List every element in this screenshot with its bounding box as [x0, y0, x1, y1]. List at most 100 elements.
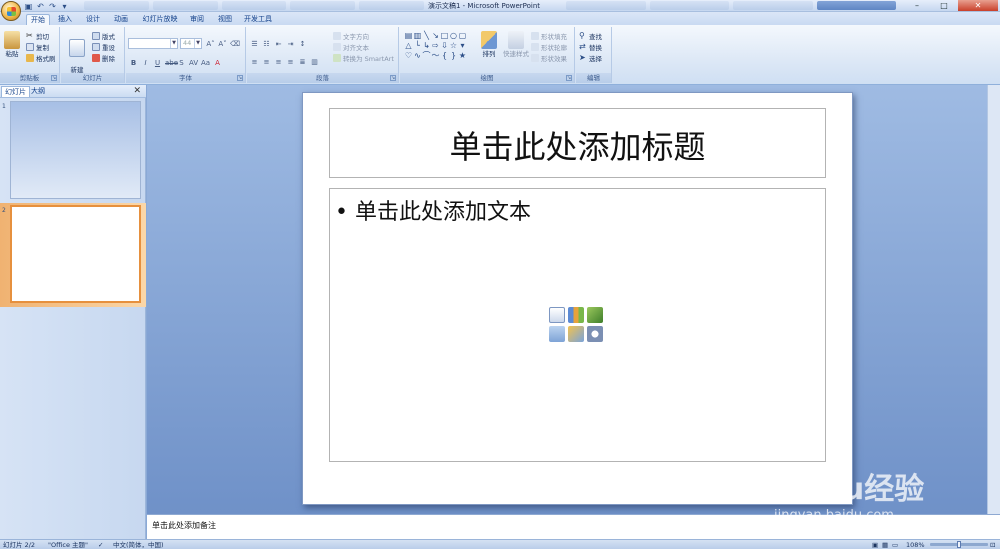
zoom-slider-thumb[interactable] — [957, 541, 961, 548]
undo-icon[interactable]: ↶ — [36, 2, 45, 11]
taskbar-tab[interactable] — [359, 1, 424, 10]
star-icon[interactable]: ☆ — [449, 41, 458, 51]
insert-picture-icon[interactable] — [549, 326, 565, 342]
redo-icon[interactable]: ↷ — [48, 2, 57, 11]
minimize-icon[interactable]: – — [904, 0, 930, 11]
brace-left-icon[interactable]: { — [440, 51, 449, 61]
align-right-icon[interactable]: ≡ — [273, 56, 284, 66]
insert-clipart-icon[interactable] — [568, 326, 584, 342]
align-left-icon[interactable]: ≡ — [249, 56, 260, 66]
font-color-icon[interactable]: A — [212, 57, 223, 67]
taskbar-tab[interactable] — [649, 1, 729, 10]
more-shapes-icon[interactable]: ▾ — [458, 41, 467, 51]
layout-button[interactable]: 版式 — [92, 31, 115, 41]
paste-button[interactable]: 粘贴 — [3, 31, 21, 58]
elbow-connector-icon[interactable]: └ — [413, 41, 422, 51]
clear-format-icon[interactable]: ⌫ — [229, 38, 240, 48]
taskbar-tab[interactable] — [733, 1, 813, 10]
zoom-level[interactable]: 108% — [906, 540, 925, 549]
tab-slide-show[interactable]: 幻灯片放映 — [140, 14, 180, 25]
triangle-icon[interactable]: △ — [404, 41, 413, 51]
format-painter-button[interactable]: 格式刷 — [26, 53, 56, 63]
strikethrough-icon[interactable]: abe — [164, 57, 178, 67]
slideshow-icon[interactable]: ▭ — [892, 540, 898, 549]
taskbar-tab[interactable] — [290, 1, 356, 10]
oval-icon[interactable]: ○ — [449, 31, 458, 41]
increase-indent-icon[interactable]: ⇥ — [285, 38, 296, 48]
taskbar-tab[interactable] — [84, 1, 149, 10]
underline-icon[interactable]: U — [152, 57, 163, 67]
arrow-line-icon[interactable]: ↘ — [431, 31, 440, 41]
text-box-icon[interactable]: ▤ — [404, 31, 413, 41]
bold-icon[interactable]: B — [128, 57, 139, 67]
shape-effects-button[interactable]: 形状效果 — [531, 53, 567, 63]
save-icon[interactable]: ▣ — [24, 2, 33, 11]
bullets-icon[interactable]: ☰ — [249, 38, 260, 48]
distribute-icon[interactable]: ≣ — [297, 56, 308, 66]
office-button[interactable] — [1, 1, 21, 21]
italic-icon[interactable]: I — [140, 57, 151, 67]
tab-developer[interactable]: 开发工具 — [242, 14, 274, 25]
drawing-launcher-icon[interactable]: ↘ — [566, 75, 572, 81]
taskbar-tab[interactable] — [566, 1, 646, 10]
tab-animations[interactable]: 动画 — [110, 14, 132, 25]
slide-sorter-icon[interactable]: ▦ — [882, 540, 888, 549]
taskbar-tab-active[interactable] — [816, 1, 896, 10]
insert-chart-icon[interactable] — [568, 307, 584, 323]
right-arrow-icon[interactable]: ⇨ — [431, 41, 440, 51]
customize-qat-icon[interactable]: ▾ — [60, 2, 69, 11]
insert-media-icon[interactable] — [587, 326, 603, 342]
replace-button[interactable]: ⇄ 替换 — [579, 42, 602, 53]
reset-button[interactable]: 重设 — [92, 42, 115, 52]
title-placeholder[interactable]: 单击此处添加标题 — [329, 108, 826, 178]
tab-insert[interactable]: 插入 — [54, 14, 76, 25]
numbering-icon[interactable]: ☷ — [261, 38, 272, 48]
quick-styles-button[interactable]: 快速样式 — [502, 31, 530, 58]
align-center-icon[interactable]: ≡ — [261, 56, 272, 66]
copy-button[interactable]: 复制 — [26, 42, 49, 52]
arc-icon[interactable]: ⌒ — [422, 51, 431, 61]
decrease-indent-icon[interactable]: ⇤ — [273, 38, 284, 48]
columns-icon[interactable]: ▥ — [309, 56, 320, 66]
font-launcher-icon[interactable]: ↘ — [237, 75, 243, 81]
fit-window-icon[interactable]: ⊡ — [990, 540, 995, 549]
font-size-combo[interactable]: 44 ▼ — [180, 38, 202, 49]
tab-slides[interactable]: 幻灯片 — [1, 86, 30, 97]
cut-button[interactable]: ✂ 剪切 — [26, 31, 49, 42]
shadow-icon[interactable]: S — [176, 57, 187, 67]
elbow-arrow-icon[interactable]: ↳ — [422, 41, 431, 51]
tab-outline[interactable]: 大纲 — [28, 86, 48, 97]
taskbar-tab[interactable] — [152, 1, 218, 10]
justify-icon[interactable]: ≡ — [285, 56, 296, 66]
normal-view-icon[interactable]: ▣ — [872, 540, 878, 549]
tab-design[interactable]: 设计 — [82, 14, 104, 25]
font-name-combo[interactable]: ▼ — [128, 38, 178, 49]
delete-slide-button[interactable]: 删除 — [92, 53, 115, 63]
shape-outline-button[interactable]: 形状轮廓 — [531, 42, 567, 52]
tab-review[interactable]: 审阅 — [186, 14, 208, 25]
select-button[interactable]: ➤ 选择 — [579, 53, 602, 64]
line-icon[interactable]: ╲ — [422, 31, 431, 41]
text-box-vertical-icon[interactable]: ▥ — [413, 31, 422, 41]
shape-fill-button[interactable]: 形状填充 — [531, 31, 567, 41]
insert-table-icon[interactable] — [549, 307, 565, 323]
clipboard-launcher-icon[interactable]: ↘ — [51, 75, 57, 81]
close-window-icon[interactable]: ✕ — [958, 0, 998, 11]
slide-thumbnail-1[interactable] — [10, 101, 141, 199]
line-spacing-icon[interactable]: ↕ — [297, 38, 308, 48]
wave-icon[interactable]: 〜 — [431, 51, 440, 61]
rounded-rect-icon[interactable]: ▢ — [458, 31, 467, 41]
spellcheck-icon[interactable]: ✓ — [98, 540, 103, 549]
convert-smartart-button[interactable]: 转换为 SmartArt — [333, 53, 394, 63]
curve-icon[interactable]: ∿ — [413, 51, 422, 61]
down-arrow-icon[interactable]: ⇩ — [440, 41, 449, 51]
insert-smartart-icon[interactable] — [587, 307, 603, 323]
maximize-icon[interactable]: □ — [931, 0, 957, 11]
vertical-scrollbar[interactable] — [987, 85, 1000, 514]
arrange-button[interactable]: 排列 — [478, 31, 500, 58]
slide-thumbnail-2[interactable] — [10, 205, 141, 303]
close-icon[interactable]: ✕ — [133, 85, 141, 98]
char-spacing-icon[interactable]: AV — [188, 57, 199, 67]
shrink-font-icon[interactable]: A˅ — [217, 38, 228, 48]
tab-view[interactable]: 视图 — [214, 14, 236, 25]
